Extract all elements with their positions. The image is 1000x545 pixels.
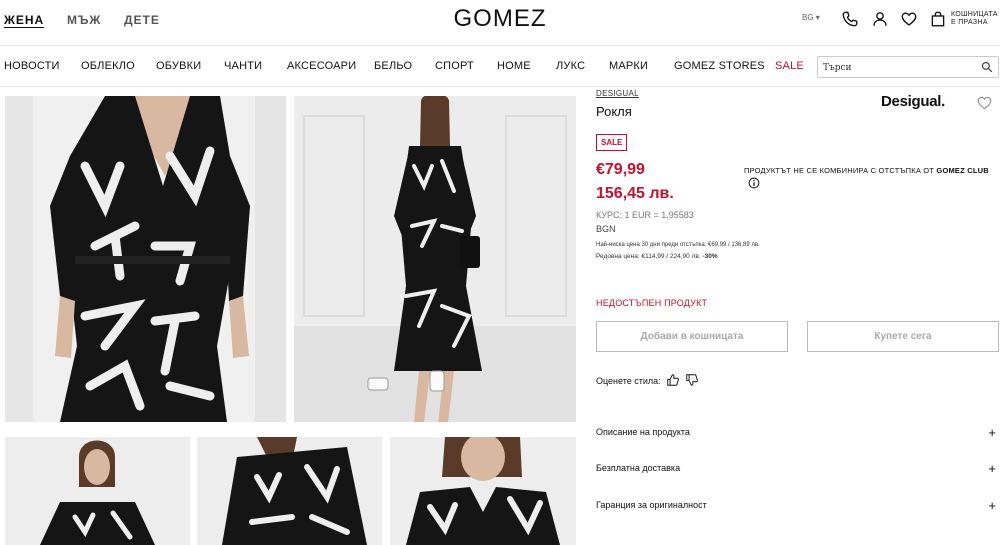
cart-status-line2: Е ПРАЗНА (951, 19, 988, 26)
nav-item-brands[interactable]: МАРКИ (609, 60, 648, 72)
accordion-label: Описание на продукта (596, 427, 690, 437)
logo-text: GOMEZ (453, 5, 547, 32)
buy-now-button[interactable]: Купете сега (807, 321, 999, 352)
search-input[interactable] (818, 58, 968, 78)
expand-plus-icon[interactable]: + (988, 499, 996, 512)
search-box (817, 56, 999, 78)
unavailable-status: НЕДОСТЪПЕН ПРОДУКТ (596, 298, 708, 308)
product-thumbnail-1[interactable] (5, 437, 190, 545)
product-title: Рокля (596, 104, 632, 119)
product-photo-main[interactable] (5, 96, 286, 422)
nav-item-luxury[interactable]: ЛУКС (556, 60, 585, 72)
club-note-text: ПРОДУКТЪТ НЕ СЕ КОМБИНИРА С ОТСТЪПКА ОТ (744, 166, 935, 175)
nav-item-sport[interactable]: СПОРТ (435, 60, 474, 72)
phone-icon[interactable] (841, 10, 859, 28)
nav-item-accessories[interactable]: АКСЕСОАРИ (287, 60, 356, 72)
currency-label: BGN (596, 224, 616, 234)
price-eur: €79,99 (596, 161, 645, 178)
nav-item-new[interactable]: НОВОСТИ (4, 60, 60, 72)
expand-plus-icon[interactable]: + (988, 462, 996, 475)
nav-item-shoes[interactable]: ОБУВКИ (156, 60, 201, 72)
product-thumbnail-3[interactable] (390, 437, 576, 545)
add-to-cart-button[interactable]: Добави в кошницата (596, 321, 788, 352)
cart-status-line1: КОШНИЦАТА (951, 11, 998, 18)
sale-badge: SALE (596, 134, 628, 151)
club-discount-note: ПРОДУКТЪТ НЕ СЕ КОМБИНИРА С ОТСТЪПКА ОТ … (744, 166, 989, 175)
accordion-label: Безплатна доставка (596, 463, 681, 473)
rate-style-label: Оценете стила: (596, 376, 661, 386)
nav-item-home[interactable]: HOME (497, 60, 531, 72)
info-icon[interactable] (748, 177, 760, 189)
main-navigation: НОВОСТИ ОБЛЕКЛО ОБУВКИ ЧАНТИ АКСЕСОАРИ Б… (0, 47, 1000, 87)
accordion-label: Гаранция за оригиналност (596, 500, 707, 510)
accordion-product-description[interactable]: Описание на продукта + (596, 423, 999, 443)
thumbs-down-icon[interactable] (685, 373, 699, 387)
discount-percent: -30% (702, 253, 718, 260)
brand-link[interactable]: DESIGUAL (596, 89, 639, 98)
nav-item-clothing[interactable]: ОБЛЕКЛО (81, 60, 135, 72)
accordion-authenticity-guarantee[interactable]: Гаранция за оригиналност + (596, 496, 999, 516)
product-photo-full[interactable] (294, 96, 576, 422)
cart-status[interactable]: КОШНИЦАТА Е ПРАЗНА (951, 11, 998, 27)
language-selector[interactable]: BG ▾ (802, 13, 820, 22)
thumbs-up-icon[interactable] (666, 373, 680, 387)
nav-item-bags[interactable]: ЧАНТИ (224, 60, 262, 72)
bag-icon[interactable] (929, 10, 947, 28)
brand-logo[interactable]: Desigual. (881, 93, 945, 110)
nav-item-stores[interactable]: GOMEZ STORES (674, 60, 765, 72)
regular-price-note: Редовна цена: €114,99 / 224,90 лв. -30% (596, 253, 718, 260)
regular-price-text: Редовна цена: €114,99 / 224,90 лв. (596, 253, 701, 260)
club-note-brand: GOMEZ CLUB (936, 166, 989, 175)
exchange-rate: КУРС: 1 EUR = 1.95583 (596, 210, 694, 220)
add-to-favorites-icon[interactable] (977, 96, 992, 110)
search-icon[interactable] (981, 61, 993, 73)
nav-item-sale[interactable]: SALE (775, 60, 804, 72)
price-bgn: 156,45 лв. (596, 185, 674, 202)
lowest-price-note: Най-ниска цена 30 дни преди отстъпка: €6… (596, 242, 760, 248)
nav-item-lingerie[interactable]: БЕЛЬО (374, 60, 412, 72)
accordion-free-delivery[interactable]: Безплатна доставка + (596, 459, 999, 479)
user-icon[interactable] (871, 10, 889, 28)
product-thumbnail-2[interactable] (197, 437, 382, 545)
expand-plus-icon[interactable]: + (988, 426, 996, 439)
heart-icon[interactable] (900, 10, 918, 28)
top-header: ЖЕНА МЪЖ ДЕТЕ GOMEZ BG ▾ КОШНИЦАТА Е ПРА… (0, 0, 1000, 46)
